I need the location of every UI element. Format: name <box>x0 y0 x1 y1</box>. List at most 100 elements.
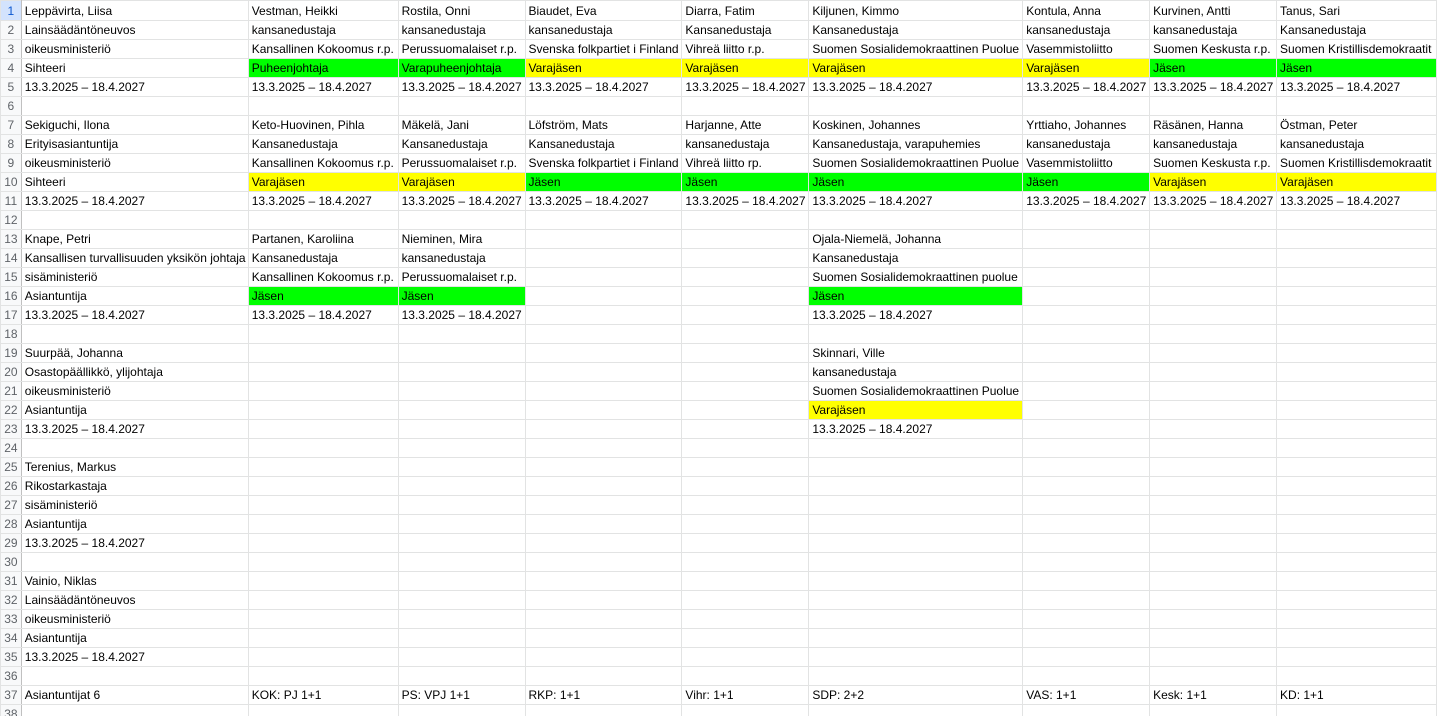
cell[interactable] <box>681 647 810 667</box>
cell[interactable]: 13.3.2025 – 18.4.2027 <box>20 647 249 667</box>
cell[interactable]: Rostila, Onni <box>397 0 526 21</box>
cell[interactable] <box>524 419 683 439</box>
cell[interactable] <box>681 590 810 610</box>
cell[interactable] <box>397 552 526 572</box>
cell[interactable] <box>247 609 399 629</box>
cell[interactable]: oikeusministeriö <box>20 609 249 629</box>
cell[interactable]: sisäministeriö <box>20 267 249 287</box>
cell[interactable]: 13.3.2025 – 18.4.2027 <box>397 191 526 211</box>
cell[interactable] <box>247 628 399 648</box>
cell[interactable] <box>397 96 526 116</box>
cell[interactable] <box>524 514 683 534</box>
cell[interactable] <box>1276 286 1437 306</box>
cell[interactable]: 13.3.2025 – 18.4.2027 <box>808 305 1024 325</box>
cell[interactable] <box>247 438 399 458</box>
cell[interactable] <box>247 666 399 686</box>
cell[interactable] <box>1276 590 1437 610</box>
cell[interactable]: Kansanedustaja, varapuhemies <box>808 134 1024 154</box>
cell[interactable]: 13.3.2025 – 18.4.2027 <box>20 533 249 553</box>
row-header[interactable]: 30 <box>0 552 22 572</box>
cell[interactable] <box>1149 362 1278 382</box>
cell[interactable] <box>524 495 683 515</box>
cell[interactable]: Kansallinen Kokoomus r.p. <box>247 267 399 287</box>
cell[interactable] <box>247 400 399 420</box>
cell[interactable] <box>397 438 526 458</box>
cell[interactable] <box>397 628 526 648</box>
row-header[interactable]: 17 <box>0 305 22 325</box>
cell[interactable] <box>1022 457 1151 477</box>
row-header[interactable]: 10 <box>0 172 22 192</box>
cell[interactable] <box>524 571 683 591</box>
cell[interactable] <box>1276 362 1437 382</box>
cell[interactable]: Sekiguchi, Ilona <box>20 115 249 135</box>
cell[interactable] <box>1276 609 1437 629</box>
cell[interactable]: Kiljunen, Kimmo <box>808 0 1024 21</box>
cell[interactable]: oikeusministeriö <box>20 153 249 173</box>
cell[interactable] <box>397 495 526 515</box>
row-header[interactable]: 7 <box>0 115 22 135</box>
cell[interactable] <box>681 704 810 716</box>
cell[interactable] <box>20 704 249 716</box>
cell[interactable]: Lainsäädäntöneuvos <box>20 20 249 40</box>
cell[interactable]: Skinnari, Ville <box>808 343 1024 363</box>
cell[interactable]: PS: VPJ 1+1 <box>397 685 526 705</box>
cell[interactable]: Kesk: 1+1 <box>1149 685 1278 705</box>
cell[interactable] <box>1022 666 1151 686</box>
cell[interactable]: Vihreä liitto r.p. <box>681 39 810 59</box>
cell[interactable] <box>1276 381 1437 401</box>
cell[interactable]: 13.3.2025 – 18.4.2027 <box>247 305 399 325</box>
cell[interactable] <box>397 533 526 553</box>
cell[interactable]: Jäsen <box>681 172 810 192</box>
cell[interactable] <box>524 704 683 716</box>
cell[interactable] <box>808 666 1024 686</box>
cell[interactable] <box>1149 96 1278 116</box>
cell[interactable] <box>20 324 249 344</box>
cell[interactable]: Rikostarkastaja <box>20 476 249 496</box>
cell[interactable]: Yrttiaho, Johannes <box>1022 115 1151 135</box>
row-header[interactable]: 11 <box>0 191 22 211</box>
cell[interactable] <box>524 647 683 667</box>
cell[interactable] <box>247 324 399 344</box>
cell[interactable]: 13.3.2025 – 18.4.2027 <box>1022 191 1151 211</box>
cell[interactable]: Vainio, Niklas <box>20 571 249 591</box>
cell[interactable]: 13.3.2025 – 18.4.2027 <box>247 191 399 211</box>
cell[interactable]: 13.3.2025 – 18.4.2027 <box>808 419 1024 439</box>
cell[interactable] <box>808 457 1024 477</box>
cell[interactable] <box>397 210 526 230</box>
cell[interactable]: Kansallisen turvallisuuden yksikön johta… <box>20 248 249 268</box>
cell[interactable] <box>1149 248 1278 268</box>
cell[interactable] <box>1149 609 1278 629</box>
cell[interactable] <box>1276 476 1437 496</box>
cell[interactable] <box>681 210 810 230</box>
cell[interactable] <box>1022 419 1151 439</box>
cell[interactable] <box>808 609 1024 629</box>
cell[interactable] <box>1149 457 1278 477</box>
cell[interactable] <box>1149 381 1278 401</box>
cell[interactable] <box>397 324 526 344</box>
cell[interactable] <box>1022 381 1151 401</box>
cell[interactable] <box>808 647 1024 667</box>
cell[interactable]: Ojala-Niemelä, Johanna <box>808 229 1024 249</box>
cell[interactable] <box>1276 666 1437 686</box>
cell[interactable]: kansanedustaja <box>397 248 526 268</box>
cell[interactable]: Tanus, Sari <box>1276 0 1437 21</box>
cell[interactable]: Räsänen, Hanna <box>1149 115 1278 135</box>
cell[interactable] <box>808 96 1024 116</box>
cell[interactable]: Harjanne, Atte <box>681 115 810 135</box>
cell[interactable] <box>247 362 399 382</box>
cell[interactable] <box>524 628 683 648</box>
cell[interactable]: Vihr: 1+1 <box>681 685 810 705</box>
cell[interactable] <box>1149 495 1278 515</box>
cell[interactable]: Jäsen <box>247 286 399 306</box>
row-header[interactable]: 15 <box>0 267 22 287</box>
cell[interactable] <box>524 324 683 344</box>
row-header[interactable]: 19 <box>0 343 22 363</box>
cell[interactable]: Perussuomalaiset r.p. <box>397 153 526 173</box>
row-header[interactable]: 13 <box>0 229 22 249</box>
cell[interactable]: Partanen, Karoliina <box>247 229 399 249</box>
cell[interactable] <box>247 571 399 591</box>
cell[interactable]: Kansanedustaja <box>681 20 810 40</box>
cell[interactable] <box>681 305 810 325</box>
cell[interactable] <box>1149 229 1278 249</box>
cell[interactable] <box>247 704 399 716</box>
